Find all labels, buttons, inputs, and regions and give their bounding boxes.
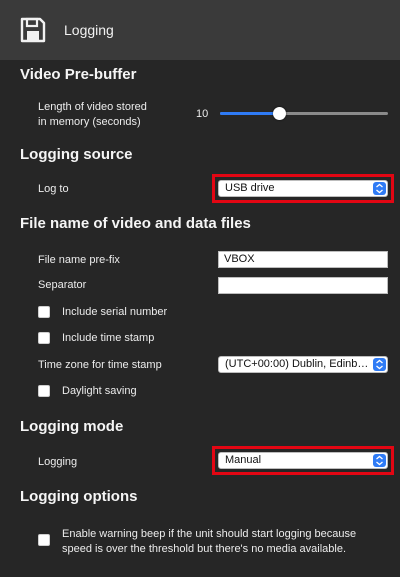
daylight-saving-label: Daylight saving [62,385,137,397]
logging-mode-select[interactable]: Manual [218,452,388,469]
timezone-label: Time zone for time stamp [38,359,162,371]
video-length-slider-fill [220,112,279,115]
include-time-checkbox[interactable] [38,332,50,344]
timezone-select-value: (UTC+00:00) Dublin, Edinburgh [225,358,370,370]
video-length-value: 10 [196,108,209,120]
section-heading-logging-mode: Logging mode [20,418,124,435]
warning-beep-label-line1: Enable warning beep if the unit should s… [62,528,357,540]
file-prefix-input[interactable]: VBOX [218,251,388,268]
warning-beep-label-line2: speed is over the threshold but there's … [62,543,346,555]
video-length-slider[interactable] [220,107,388,120]
video-length-label-line1: Length of video stored [38,101,147,113]
include-serial-checkbox[interactable] [38,306,50,318]
separator-input[interactable] [218,277,388,294]
video-length-slider-thumb[interactable] [272,107,286,120]
log-to-select-value: USB drive [225,182,275,194]
log-to-select[interactable]: USB drive [218,180,388,197]
page-title: Logging [64,22,114,38]
include-serial-label: Include serial number [62,306,168,318]
chevron-up-down-icon [373,358,386,371]
chevron-up-down-icon [373,182,386,195]
video-length-label: Length of video stored in memory (second… [38,100,147,130]
daylight-saving-checkbox[interactable] [38,385,50,397]
chevron-up-down-icon [373,454,386,467]
logging-label: Logging [38,456,78,468]
section-heading-logging-source: Logging source [20,146,133,163]
include-time-label: Include time stamp [62,332,155,344]
section-heading-video-prebuffer: Video Pre-buffer [20,66,137,83]
video-length-label-line2: in memory (seconds) [38,116,141,128]
separator-label: Separator [38,279,87,291]
section-heading-file-name: File name of video and data files [20,215,251,232]
section-heading-logging-options: Logging options [20,488,138,505]
log-to-label: Log to [38,183,69,195]
save-icon [20,17,46,43]
timezone-select[interactable]: (UTC+00:00) Dublin, Edinburgh [218,356,388,373]
logging-mode-select-value: Manual [225,454,262,466]
file-prefix-label: File name pre-fix [38,254,120,266]
warning-beep-checkbox[interactable] [38,534,50,546]
title-bar: Logging [0,0,400,60]
warning-beep-label: Enable warning beep if the unit should s… [62,527,356,557]
